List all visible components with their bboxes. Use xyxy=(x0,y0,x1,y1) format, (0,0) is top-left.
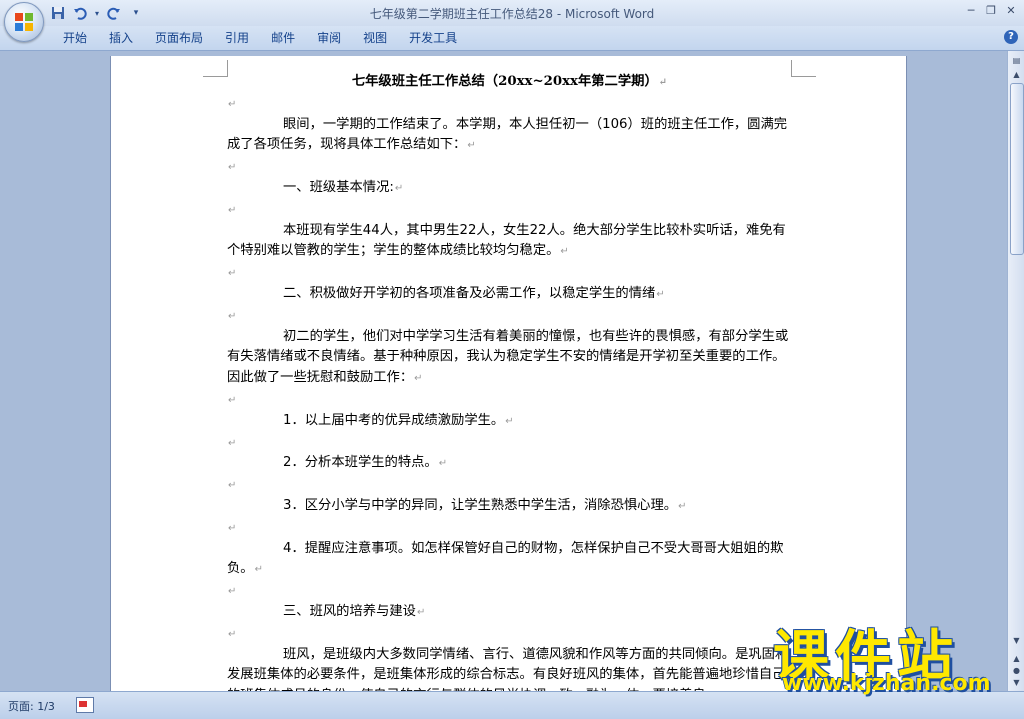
next-page-icon[interactable]: ▼ xyxy=(1009,675,1024,690)
margin-marker-top-right xyxy=(791,60,816,77)
document-page[interactable]: 七年级班主任工作总结（20xx~20xx年第二学期）↵ ↵ 眼间，一学期的工作结… xyxy=(110,56,907,691)
scroll-down-icon[interactable]: ▼ xyxy=(1009,633,1024,648)
tab-references[interactable]: 引用 xyxy=(214,30,260,46)
section-heading: 二、积极做好开学初的各项准备及必需工作，以稳定学生的情绪 xyxy=(283,285,656,301)
proofing-status-icon[interactable] xyxy=(76,697,94,713)
paragraph: 眼间，一学期的工作结束了。本学期，本人担任初一（106）班的班主任工作，圆满完成… xyxy=(227,116,788,153)
list-item: 1．以上届中考的优异成绩激励学生。 xyxy=(283,412,505,428)
vertical-scrollbar[interactable]: ▤ ▲ ▼ ▲ ● ▼ xyxy=(1007,51,1024,691)
title-bar: ▾ ▾ 七年级第二学期班主任工作总结28 - Microsoft Word ─ … xyxy=(0,0,1024,42)
paragraph: 本班现有学生44人，其中男生22人，女生22人。绝大部分学生比较朴实听话，难免有… xyxy=(227,222,786,259)
tab-developer[interactable]: 开发工具 xyxy=(398,30,468,46)
minimize-icon[interactable]: ─ xyxy=(962,2,980,18)
margin-marker-top-left xyxy=(203,60,228,77)
tab-home[interactable]: 开始 xyxy=(52,30,98,46)
watermark-url: www.kjzhan.com xyxy=(782,671,991,696)
ruler-toggle-icon[interactable]: ▤ xyxy=(1009,53,1024,68)
office-logo-icon xyxy=(15,13,33,31)
document-body[interactable]: 七年级班主任工作总结（20xx~20xx年第二学期）↵ ↵ 眼间，一学期的工作结… xyxy=(227,72,792,691)
tab-page-layout[interactable]: 页面布局 xyxy=(144,30,214,46)
section-heading: 一、班级基本情况: xyxy=(283,179,394,195)
window-title: 七年级第二学期班主任工作总结28 - Microsoft Word xyxy=(369,7,655,21)
list-item: 3．区分小学与中学的异同，让学生熟悉中学生活，消除恐惧心理。 xyxy=(283,497,678,513)
tab-view[interactable]: 视图 xyxy=(352,30,398,46)
list-item: 4．提醒应注意事项。如怎样保管好自己的财物，怎样保护自己不受大哥哥大姐姐的欺负。 xyxy=(227,540,784,577)
document-title: 七年级班主任工作总结（20xx~20xx年第二学期） xyxy=(351,74,658,89)
tab-insert[interactable]: 插入 xyxy=(98,30,144,46)
tab-mailings[interactable]: 邮件 xyxy=(260,30,306,46)
close-icon[interactable]: ✕ xyxy=(1002,2,1020,18)
document-workspace: 七年级班主任工作总结（20xx~20xx年第二学期）↵ ↵ 眼间，一学期的工作结… xyxy=(0,51,1007,691)
scroll-up-icon[interactable]: ▲ xyxy=(1009,67,1024,82)
section-heading: 三、班风的培养与建设 xyxy=(283,603,416,619)
window-controls: ─ ❐ ✕ xyxy=(962,2,1020,18)
page-count-status[interactable]: 页面: 1/3 xyxy=(8,698,55,714)
help-icon[interactable]: ? xyxy=(1004,30,1018,44)
ribbon-tab-bar: 开始 插入 页面布局 引用 邮件 审阅 视图 开发工具 ? xyxy=(0,26,1024,51)
office-button[interactable] xyxy=(4,2,44,42)
list-item: 2．分析本班学生的特点。 xyxy=(283,455,438,471)
restore-icon[interactable]: ❐ xyxy=(982,2,1000,18)
scrollbar-thumb[interactable] xyxy=(1010,83,1024,255)
paragraph: 初二的学生，他们对中学学习生活有着美丽的憧憬，也有些许的畏惧感，有部分学生或有失… xyxy=(227,328,789,386)
paragraph: 班风，是班级内大多数同学情绪、言行、道德风貌和作风等方面的共同倾向。是巩固和发展… xyxy=(227,646,789,691)
tab-review[interactable]: 审阅 xyxy=(306,30,352,46)
